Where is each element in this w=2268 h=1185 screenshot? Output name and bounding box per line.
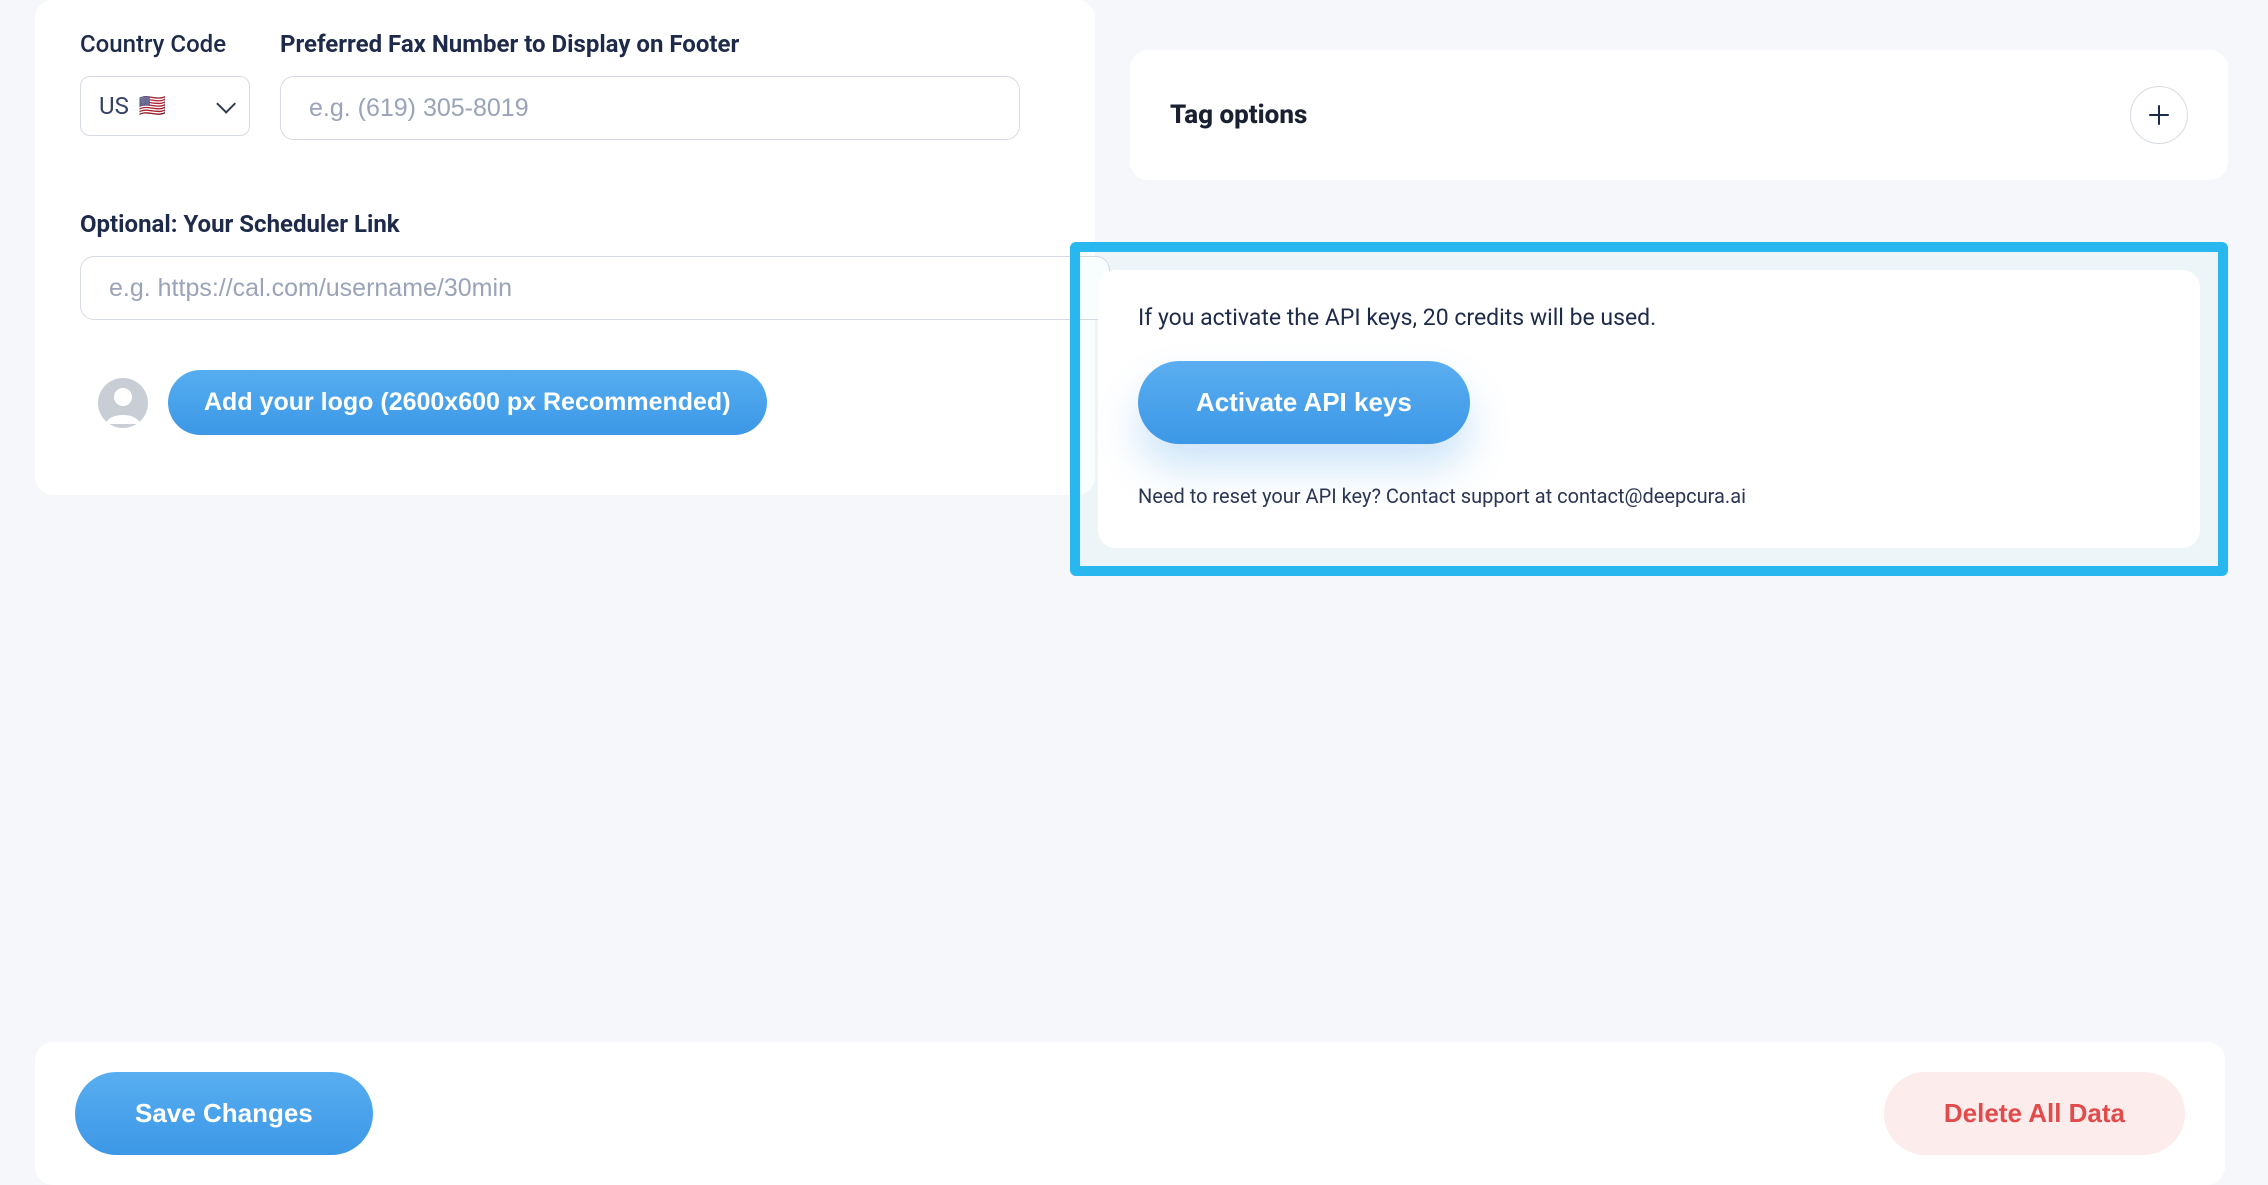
- action-bar: Save Changes Delete All Data: [35, 1042, 2225, 1185]
- country-code-field: Country Code US 🇺🇸: [80, 30, 250, 140]
- fax-field: Preferred Fax Number to Display on Foote…: [280, 30, 1020, 140]
- activate-api-keys-button[interactable]: Activate API keys: [1138, 361, 1470, 444]
- country-code-select[interactable]: US 🇺🇸: [80, 76, 250, 136]
- fax-label: Preferred Fax Number to Display on Foote…: [280, 30, 1020, 58]
- tag-options-card: Tag options: [1130, 50, 2228, 180]
- settings-card: Country Code US 🇺🇸 Preferred Fax Number …: [35, 0, 1095, 495]
- add-tag-button[interactable]: [2130, 86, 2188, 144]
- scheduler-label: Optional: Your Scheduler Link: [80, 210, 1050, 238]
- save-changes-button[interactable]: Save Changes: [75, 1072, 373, 1155]
- tag-options-title: Tag options: [1170, 100, 1307, 130]
- logo-row: Add your logo (2600x600 px Recommended): [80, 370, 1050, 435]
- chevron-down-icon: [216, 94, 236, 114]
- add-logo-button[interactable]: Add your logo (2600x600 px Recommended): [168, 370, 767, 435]
- scheduler-input[interactable]: [80, 256, 1110, 320]
- api-keys-card: If you activate the API keys, 20 credits…: [1098, 270, 2200, 548]
- api-keys-highlight: If you activate the API keys, 20 credits…: [1070, 242, 2228, 576]
- api-activation-notice: If you activate the API keys, 20 credits…: [1138, 304, 2160, 331]
- delete-all-data-button[interactable]: Delete All Data: [1884, 1072, 2185, 1155]
- country-code-label: Country Code: [80, 30, 250, 58]
- country-code-value: US: [99, 92, 129, 120]
- fax-input[interactable]: [280, 76, 1020, 140]
- us-flag-icon: 🇺🇸: [139, 94, 166, 119]
- avatar-placeholder-icon: [98, 378, 148, 428]
- api-reset-hint: Need to reset your API key? Contact supp…: [1138, 484, 2160, 508]
- scheduler-field: Optional: Your Scheduler Link: [80, 210, 1050, 320]
- plus-icon: [2148, 104, 2170, 126]
